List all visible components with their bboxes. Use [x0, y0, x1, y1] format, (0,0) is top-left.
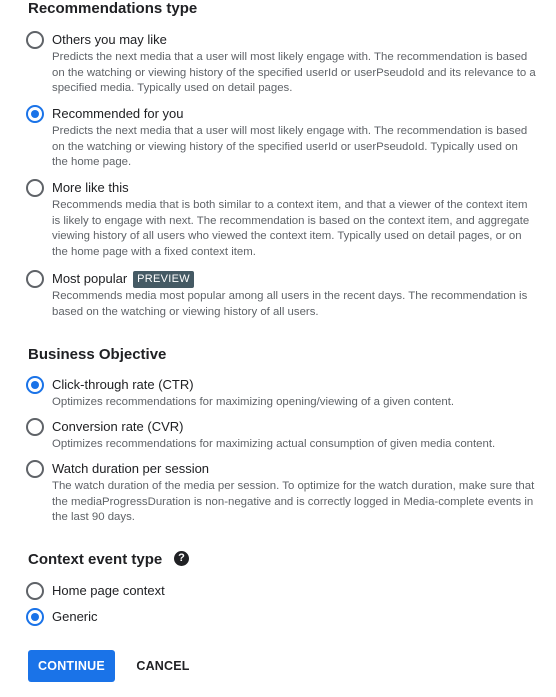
option-label: Most popular — [52, 271, 128, 286]
option-description: Predicts the next media that a user will… — [52, 125, 528, 169]
option-description: Recommends media that is both similar to… — [52, 199, 530, 258]
option-description: Optimizes recommendations for maximizing… — [52, 396, 455, 408]
radio-watch-duration[interactable] — [26, 460, 44, 478]
option-label: Click-through rate (CTR) — [52, 377, 194, 392]
option-label: Others you may like — [52, 32, 167, 47]
context-event-type-heading: Context event type — [28, 551, 163, 568]
radio-most-popular[interactable] — [26, 270, 44, 288]
radio-others-you-may-like[interactable] — [26, 31, 44, 49]
business-objective-heading: Business Objective — [28, 346, 167, 363]
option-description: Optimizes recommendations for maximizing… — [52, 438, 496, 450]
cancel-button[interactable]: CANCEL — [130, 650, 196, 682]
option-description: The watch duration of the media per sess… — [52, 480, 535, 524]
continue-button[interactable]: CONTINUE — [28, 650, 115, 682]
radio-more-like-this[interactable] — [26, 179, 44, 197]
radio-ctr[interactable] — [26, 376, 44, 394]
radio-recommended-for-you[interactable] — [26, 105, 44, 123]
option-label: Recommended for you — [52, 106, 184, 121]
recommendations-type-heading: Recommendations type — [28, 0, 198, 17]
option-description: Recommends media most popular among all … — [52, 290, 528, 318]
option-label: Generic — [52, 609, 98, 624]
option-label: Conversion rate (CVR) — [52, 419, 184, 434]
radio-home-page-context[interactable] — [26, 582, 44, 600]
option-label-row: Most popular PREVIEW — [52, 270, 194, 288]
option-description: Predicts the next media that a user will… — [52, 51, 536, 95]
option-label: Home page context — [52, 583, 165, 598]
radio-cvr[interactable] — [26, 418, 44, 436]
help-circle-icon[interactable]: ? — [174, 551, 189, 566]
option-label: More like this — [52, 180, 129, 195]
preview-badge: PREVIEW — [133, 271, 194, 288]
radio-generic[interactable] — [26, 608, 44, 626]
option-label: Watch duration per session — [52, 461, 210, 476]
